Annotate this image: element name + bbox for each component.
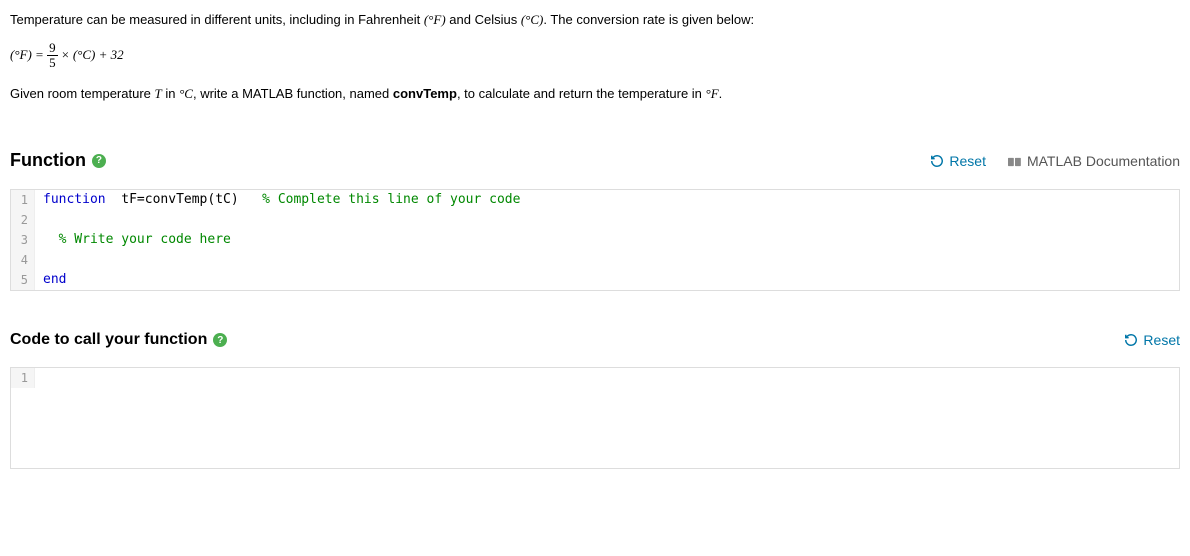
numerator: 9 xyxy=(47,41,58,56)
text: Temperature can be measured in different… xyxy=(10,12,424,27)
line-number: 5 xyxy=(11,270,35,290)
function-section-title: Function ? xyxy=(10,150,106,171)
celsius-symbol: (°C) xyxy=(521,12,544,27)
call-code-editor[interactable]: 1 xyxy=(10,367,1180,469)
reset-button[interactable]: Reset xyxy=(930,153,986,169)
keyword: end xyxy=(43,272,66,287)
code-line: 5 end xyxy=(11,270,1179,290)
line-number: 1 xyxy=(11,368,35,388)
text: Given room temperature xyxy=(10,86,155,101)
problem-statement: Temperature can be measured in different… xyxy=(10,10,1180,105)
call-section-actions: Reset xyxy=(1124,332,1180,348)
help-icon[interactable]: ? xyxy=(92,154,106,168)
indent xyxy=(43,232,59,247)
line-number: 4 xyxy=(11,250,35,270)
fahrenheit-symbol: °F xyxy=(706,86,719,101)
reset-icon xyxy=(930,154,944,168)
code-line: 1 function tF=convTemp(tC) % Complete th… xyxy=(11,190,1179,210)
code-line: 3 % Write your code here xyxy=(11,230,1179,250)
celsius-symbol: °C xyxy=(179,86,193,101)
reset-icon xyxy=(1124,333,1138,347)
problem-line-1: Temperature can be measured in different… xyxy=(10,10,1180,31)
text: in xyxy=(162,86,179,101)
function-name-bold: convTemp xyxy=(393,86,457,101)
title-text: Code to call your function xyxy=(10,331,207,349)
text: . xyxy=(719,86,723,101)
comment: % Complete this line of your code xyxy=(262,192,520,207)
text: and Celsius xyxy=(446,12,521,27)
keyword: function xyxy=(43,192,106,207)
text: . The conversion rate is given below: xyxy=(543,12,754,27)
book-icon xyxy=(1008,155,1022,167)
help-icon[interactable]: ? xyxy=(213,333,227,347)
code-content[interactable] xyxy=(35,210,43,230)
formula: (°F) = 95 × (°C) + 32 xyxy=(10,41,1180,71)
doc-label: MATLAB Documentation xyxy=(1027,153,1180,169)
reset-label: Reset xyxy=(1143,332,1180,348)
call-section-header: Code to call your function ? Reset xyxy=(10,331,1180,349)
text: , write a MATLAB function, named xyxy=(193,86,393,101)
call-section: Code to call your function ? Reset 1 xyxy=(10,331,1180,469)
code-content[interactable] xyxy=(35,250,43,270)
function-code-editor[interactable]: 1 function tF=convTemp(tC) % Complete th… xyxy=(10,189,1180,291)
fraction: 95 xyxy=(47,41,58,71)
formula-rhs: × (°C) + 32 xyxy=(58,47,124,62)
comment: % Write your code here xyxy=(59,232,231,247)
fahrenheit-symbol: (°F) xyxy=(424,12,446,27)
code-line: 2 xyxy=(11,210,1179,230)
problem-line-2: Given room temperature T in °C, write a … xyxy=(10,84,1180,105)
reset-label: Reset xyxy=(949,153,986,169)
call-section-title: Code to call your function ? xyxy=(10,331,227,349)
denominator: 5 xyxy=(47,56,58,70)
code-text: tF=convTemp(tC) xyxy=(106,192,263,207)
code-content[interactable]: function tF=convTemp(tC) % Complete this… xyxy=(35,190,520,210)
function-section: Function ? Reset MATLAB Documentation 1 … xyxy=(10,150,1180,291)
code-content[interactable]: end xyxy=(35,270,66,290)
function-section-actions: Reset MATLAB Documentation xyxy=(930,153,1180,169)
line-number: 1 xyxy=(11,190,35,210)
formula-lhs: (°F) = xyxy=(10,47,47,62)
code-line: 1 xyxy=(11,368,1179,388)
title-text: Function xyxy=(10,150,86,171)
reset-button[interactable]: Reset xyxy=(1124,332,1180,348)
text: , to calculate and return the temperatur… xyxy=(457,86,706,101)
code-content[interactable] xyxy=(35,368,43,388)
line-number: 2 xyxy=(11,210,35,230)
function-section-header: Function ? Reset MATLAB Documentation xyxy=(10,150,1180,171)
variable-t: T xyxy=(155,86,162,101)
matlab-doc-link[interactable]: MATLAB Documentation xyxy=(1008,153,1180,169)
code-content[interactable]: % Write your code here xyxy=(35,230,231,250)
code-line: 4 xyxy=(11,250,1179,270)
line-number: 3 xyxy=(11,230,35,250)
